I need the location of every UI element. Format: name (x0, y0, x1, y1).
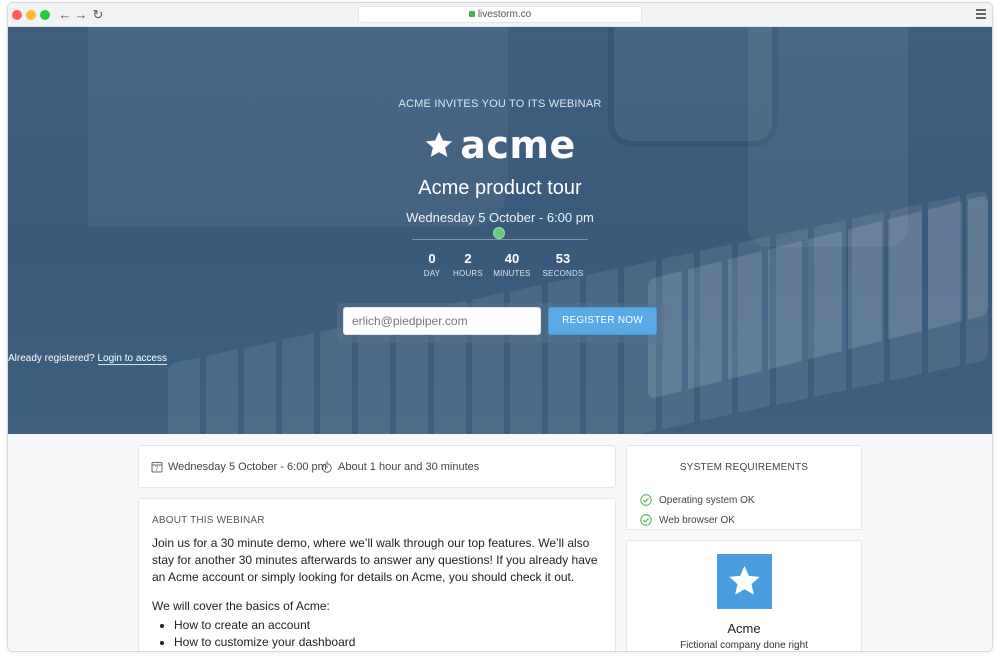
close-window-button[interactable] (12, 10, 22, 20)
countdown-seconds: 53 SECONDS (541, 251, 585, 278)
list-item: How to customize your dashboard (174, 634, 355, 651)
register-now-button[interactable]: REGISTER NOW (548, 307, 657, 335)
forward-arrow-icon[interactable]: → (74, 7, 88, 23)
browser-window: ← → ↻ livestorm.co ACME INVITES YOU TO I… (7, 2, 993, 652)
organizer-name: Acme (727, 621, 761, 636)
system-check-label: Web browser OK (659, 514, 735, 526)
logo-wordmark: acme (460, 123, 576, 167)
event-title: Acme product tour (418, 177, 582, 199)
maximize-window-button[interactable] (40, 10, 50, 20)
email-input[interactable] (343, 307, 541, 335)
calendar-icon: 7 (151, 462, 163, 473)
lock-icon (468, 11, 475, 17)
countdown-value: 2 (464, 251, 472, 266)
system-check-os: Operating system OK (640, 494, 755, 506)
address-bar-url: livestorm.co (477, 9, 532, 20)
cover-intro: We will cover the basics of Acme: (152, 599, 330, 613)
countdown-value: 53 (555, 251, 571, 266)
hero-banner: ACME INVITES YOU TO ITS WEBINAR acme Acm… (8, 27, 992, 434)
meta-duration-text: About 1 hour and 30 minutes (338, 461, 480, 473)
star-icon (729, 566, 760, 595)
about-heading: ABOUT THIS WEBINAR (152, 515, 265, 526)
system-check-label: Operating system OK (659, 494, 755, 506)
countdown-hours: 2 HOURS (446, 251, 490, 278)
event-date: Wednesday 5 October - 6:00 pm (406, 210, 594, 225)
meta-date: 7 Wednesday 5 October - 6:00 pm (151, 461, 327, 473)
minimize-window-button[interactable] (26, 10, 36, 20)
system-requirements-card: SYSTEM REQUIREMENTS Operating system OK … (626, 445, 862, 530)
about-description: Join us for a 30 minute demo, where we’l… (152, 536, 598, 584)
login-link[interactable]: Login to access (97, 353, 167, 365)
countdown-divider (412, 239, 588, 240)
countdown-timer: 0 DAY 2 HOURS 40 MINUTES 53 SECONDS (412, 251, 588, 287)
reload-icon[interactable]: ↻ (91, 7, 105, 23)
system-requirements-heading: SYSTEM REQUIREMENTS (679, 462, 809, 473)
list-item: How to create an account (174, 617, 355, 634)
countdown-value: 40 (504, 251, 520, 266)
invite-text: ACME INVITES YOU TO ITS WEBINAR (398, 98, 602, 110)
check-circle-icon (640, 494, 652, 506)
event-meta-card: 7 Wednesday 5 October - 6:00 pm About 1 … (138, 445, 616, 488)
meta-duration: About 1 hour and 30 minutes (321, 461, 479, 473)
acme-logo: acme (8, 123, 992, 169)
organizer-card: Acme Fictional company done right (626, 540, 862, 651)
hamburger-menu-icon[interactable] (976, 9, 986, 19)
cover-list: How to create an account How to customiz… (174, 617, 355, 651)
countdown-label: MINUTES (493, 269, 531, 278)
address-bar[interactable]: livestorm.co (358, 6, 642, 23)
countdown-label: SECONDS (542, 269, 584, 278)
system-check-browser: Web browser OK (640, 514, 735, 526)
browser-toolbar: ← → ↻ livestorm.co (8, 3, 992, 27)
stopwatch-icon (322, 461, 332, 473)
live-status-dot (493, 227, 505, 239)
about-webinar-card: ABOUT THIS WEBINAR Join us for a 30 minu… (138, 498, 616, 651)
already-registered-text: Already registered? (8, 353, 95, 364)
already-registered-line: Already registered? Login to access (8, 353, 992, 365)
check-circle-icon (640, 514, 652, 526)
back-arrow-icon[interactable]: ← (58, 7, 72, 23)
countdown-label: HOURS (453, 269, 483, 278)
organizer-tagline: Fictional company done right (680, 640, 808, 651)
meta-date-text: Wednesday 5 October - 6:00 pm (168, 461, 327, 473)
star-icon (426, 131, 453, 157)
countdown-minutes: 40 MINUTES (490, 251, 534, 278)
organizer-logo (717, 554, 772, 609)
page-content: 7 Wednesday 5 October - 6:00 pm About 1 … (8, 434, 992, 651)
